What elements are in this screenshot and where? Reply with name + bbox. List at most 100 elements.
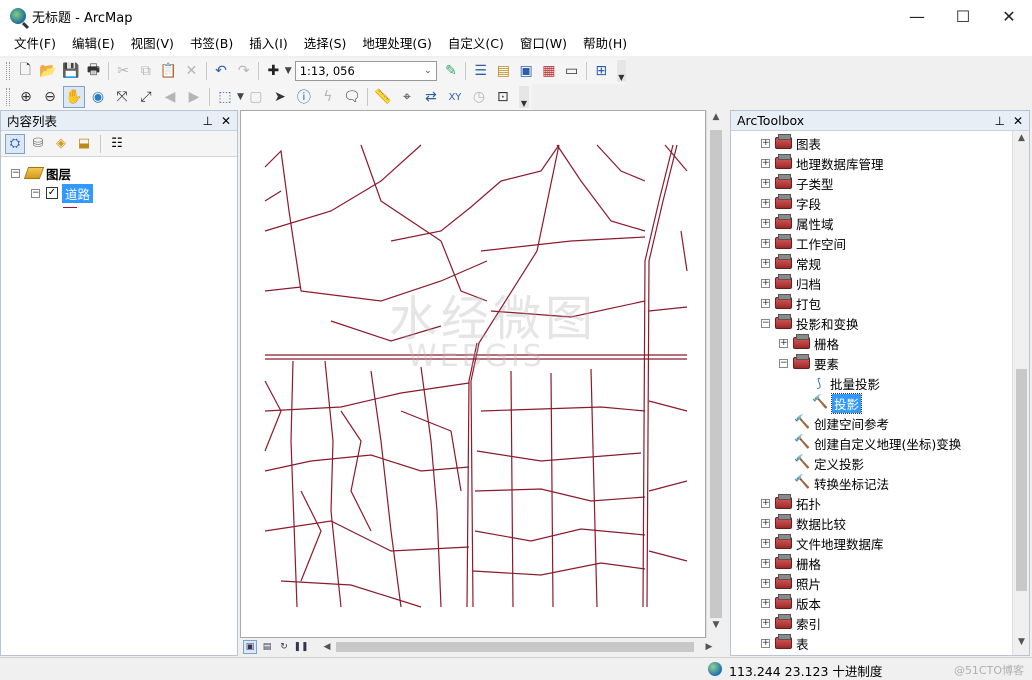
chevron-down-icon[interactable]: ⌄ [424,66,432,76]
expand-icon[interactable]: + [761,538,770,548]
select-features-icon[interactable]: ⬚ [214,86,236,108]
scrollbar-thumb[interactable] [710,130,722,618]
hyperlink-icon[interactable]: ϟ [317,86,339,108]
toolbar-options-icon[interactable]: ▼ [616,60,627,82]
expand-icon[interactable]: + [761,498,770,508]
toolbox-item[interactable]: + 索引 [731,613,1029,633]
table-of-contents-icon[interactable]: ☰ [470,60,491,82]
toolbox-item[interactable]: + 图表 [731,133,1029,153]
toolbox-vertical-scrollbar[interactable]: ▲ ▼ [1012,131,1029,655]
toolbox-item[interactable]: + 字段 [731,193,1029,213]
scroll-down-icon[interactable]: ▼ [1013,637,1030,653]
layer-visibility-checkbox[interactable]: ✓ [46,187,58,199]
select-elements-arrow-icon[interactable]: ➤ [269,86,291,108]
pin-icon[interactable]: ⊥ [994,114,1004,128]
close-icon[interactable]: ✕ [1013,114,1023,128]
back-extent-icon[interactable]: ◀ [159,86,181,108]
toolbox-item[interactable]: 🔨 转换坐标记法 [731,473,1029,493]
expand-icon[interactable]: + [761,558,770,568]
refresh-icon[interactable]: ↻ [277,640,291,654]
menu-selection[interactable]: 选择(S) [296,32,355,56]
expand-icon[interactable]: + [761,158,770,168]
expand-icon[interactable]: + [761,578,770,588]
toolbox-item[interactable]: + 栅格 [731,333,1029,353]
toolbox-item[interactable]: 🔨 定义投影 [731,453,1029,473]
pin-icon[interactable]: ⊥ [202,114,212,128]
toolbox-item[interactable]: + 打包 [731,293,1029,313]
add-data-icon[interactable]: ✚ [263,60,284,82]
python-window-icon[interactable]: ▭ [561,60,582,82]
toolbox-item[interactable]: + 版本 [731,593,1029,613]
map-horizontal-scrollbar[interactable]: ◀ ▶ [320,639,716,655]
toolbox-item[interactable]: − 要素 [731,353,1029,373]
model-builder-icon[interactable]: ⊞ [591,60,612,82]
list-by-visibility-icon[interactable]: ◈ [51,134,71,154]
toolbox-item[interactable]: + 地理数据库管理 [731,153,1029,173]
toolbar-options-icon[interactable]: ▼ [518,86,529,108]
full-extent-globe-icon[interactable]: ◉ [87,86,109,108]
pan-hand-icon[interactable]: ✋ [63,86,85,108]
redo-icon[interactable]: ↷ [233,60,254,82]
toolbox-item[interactable]: + 子类型 [731,173,1029,193]
toolbox-item[interactable]: + 栅格 [731,553,1029,573]
close-button[interactable]: ✕ [986,0,1032,32]
expand-icon[interactable]: + [779,338,788,348]
scroll-down-icon[interactable]: ▼ [707,620,725,636]
toolbox-item[interactable]: 🔨 投影 [731,392,1029,414]
toolbox-item[interactable]: + 表 [731,633,1029,653]
map-vertical-scrollbar[interactable]: ▲ ▼ [706,110,724,638]
map-scale-combobox[interactable]: 1:13, 056 ⌄ [294,61,437,81]
close-icon[interactable]: ✕ [221,114,231,128]
layers-root-row[interactable]: − 图层 [11,163,237,183]
identify-icon[interactable]: ⓘ [293,86,315,108]
save-icon[interactable]: 💾 [60,60,81,82]
menu-file[interactable]: 文件(F) [6,32,64,56]
expand-icon[interactable]: + [761,218,770,228]
add-data-dropdown-icon[interactable]: ▼ [285,66,292,76]
toolbox-item[interactable]: 🔨 创建空间参考 [731,413,1029,433]
scroll-up-icon[interactable]: ▲ [707,112,725,128]
scroll-right-icon[interactable]: ▶ [702,639,716,655]
list-by-selection-icon[interactable]: ⬓ [74,134,94,154]
expand-icon[interactable]: + [761,598,770,608]
toolbox-item[interactable]: + 照片 [731,573,1029,593]
collapse-icon[interactable]: − [761,318,770,328]
find-binoculars-icon[interactable]: ⌖ [396,86,418,108]
toolbox-item[interactable]: + 工作空间 [731,233,1029,253]
toolbox-item[interactable]: 🔨 创建自定义地理(坐标)变换 [731,433,1029,453]
catalog-window-icon[interactable]: ▤ [493,60,514,82]
create-viewer-window-icon[interactable]: ⊡ [492,86,514,108]
toolbox-item[interactable]: + 常规 [731,253,1029,273]
data-view-icon[interactable]: ▣ [243,640,257,654]
menu-insert[interactable]: 插入(I) [241,32,295,56]
toolbox-item[interactable]: − 投影和变换 [731,313,1029,333]
go-to-xy-icon[interactable]: XY [444,86,466,108]
collapse-icon[interactable]: − [31,188,40,198]
pause-drawing-icon[interactable]: ❚❚ [293,640,308,654]
menu-customize[interactable]: 自定义(C) [440,32,512,56]
menu-view[interactable]: 视图(V) [123,32,182,56]
list-by-source-icon[interactable]: ⛁ [28,134,48,154]
layout-view-icon[interactable]: ▤ [260,640,274,654]
forward-extent-icon[interactable]: ▶ [183,86,205,108]
toolbox-item[interactable]: + 属性域 [731,213,1029,233]
zoom-out-icon[interactable]: ⊖ [39,86,61,108]
paste-icon[interactable]: 📋 [158,60,179,82]
arctoolbox-icon[interactable]: ▦ [539,60,560,82]
expand-icon[interactable]: + [761,518,770,528]
new-document-icon[interactable]: 🗋 [15,60,36,82]
search-window-icon[interactable]: ▣ [516,60,537,82]
open-folder-icon[interactable]: 📂 [38,60,59,82]
toolbox-item[interactable]: ⟆ 批量投影 [731,373,1029,393]
expand-icon[interactable]: + [761,618,770,628]
menu-help[interactable]: 帮助(H) [575,32,635,56]
map-display[interactable]: 水经微图 WEBGIS [240,110,706,638]
expand-icon[interactable]: + [761,278,770,288]
scroll-left-icon[interactable]: ◀ [320,639,334,655]
toc-options-icon[interactable]: ☷ [107,134,127,154]
print-icon[interactable]: 🖶 [83,60,104,82]
minimize-button[interactable]: — [894,0,940,32]
toolbar-grip[interactable] [6,62,10,80]
layer-row-roads[interactable]: − ✓ 道路 [11,183,237,203]
copy-icon[interactable]: ⧉ [136,60,157,82]
